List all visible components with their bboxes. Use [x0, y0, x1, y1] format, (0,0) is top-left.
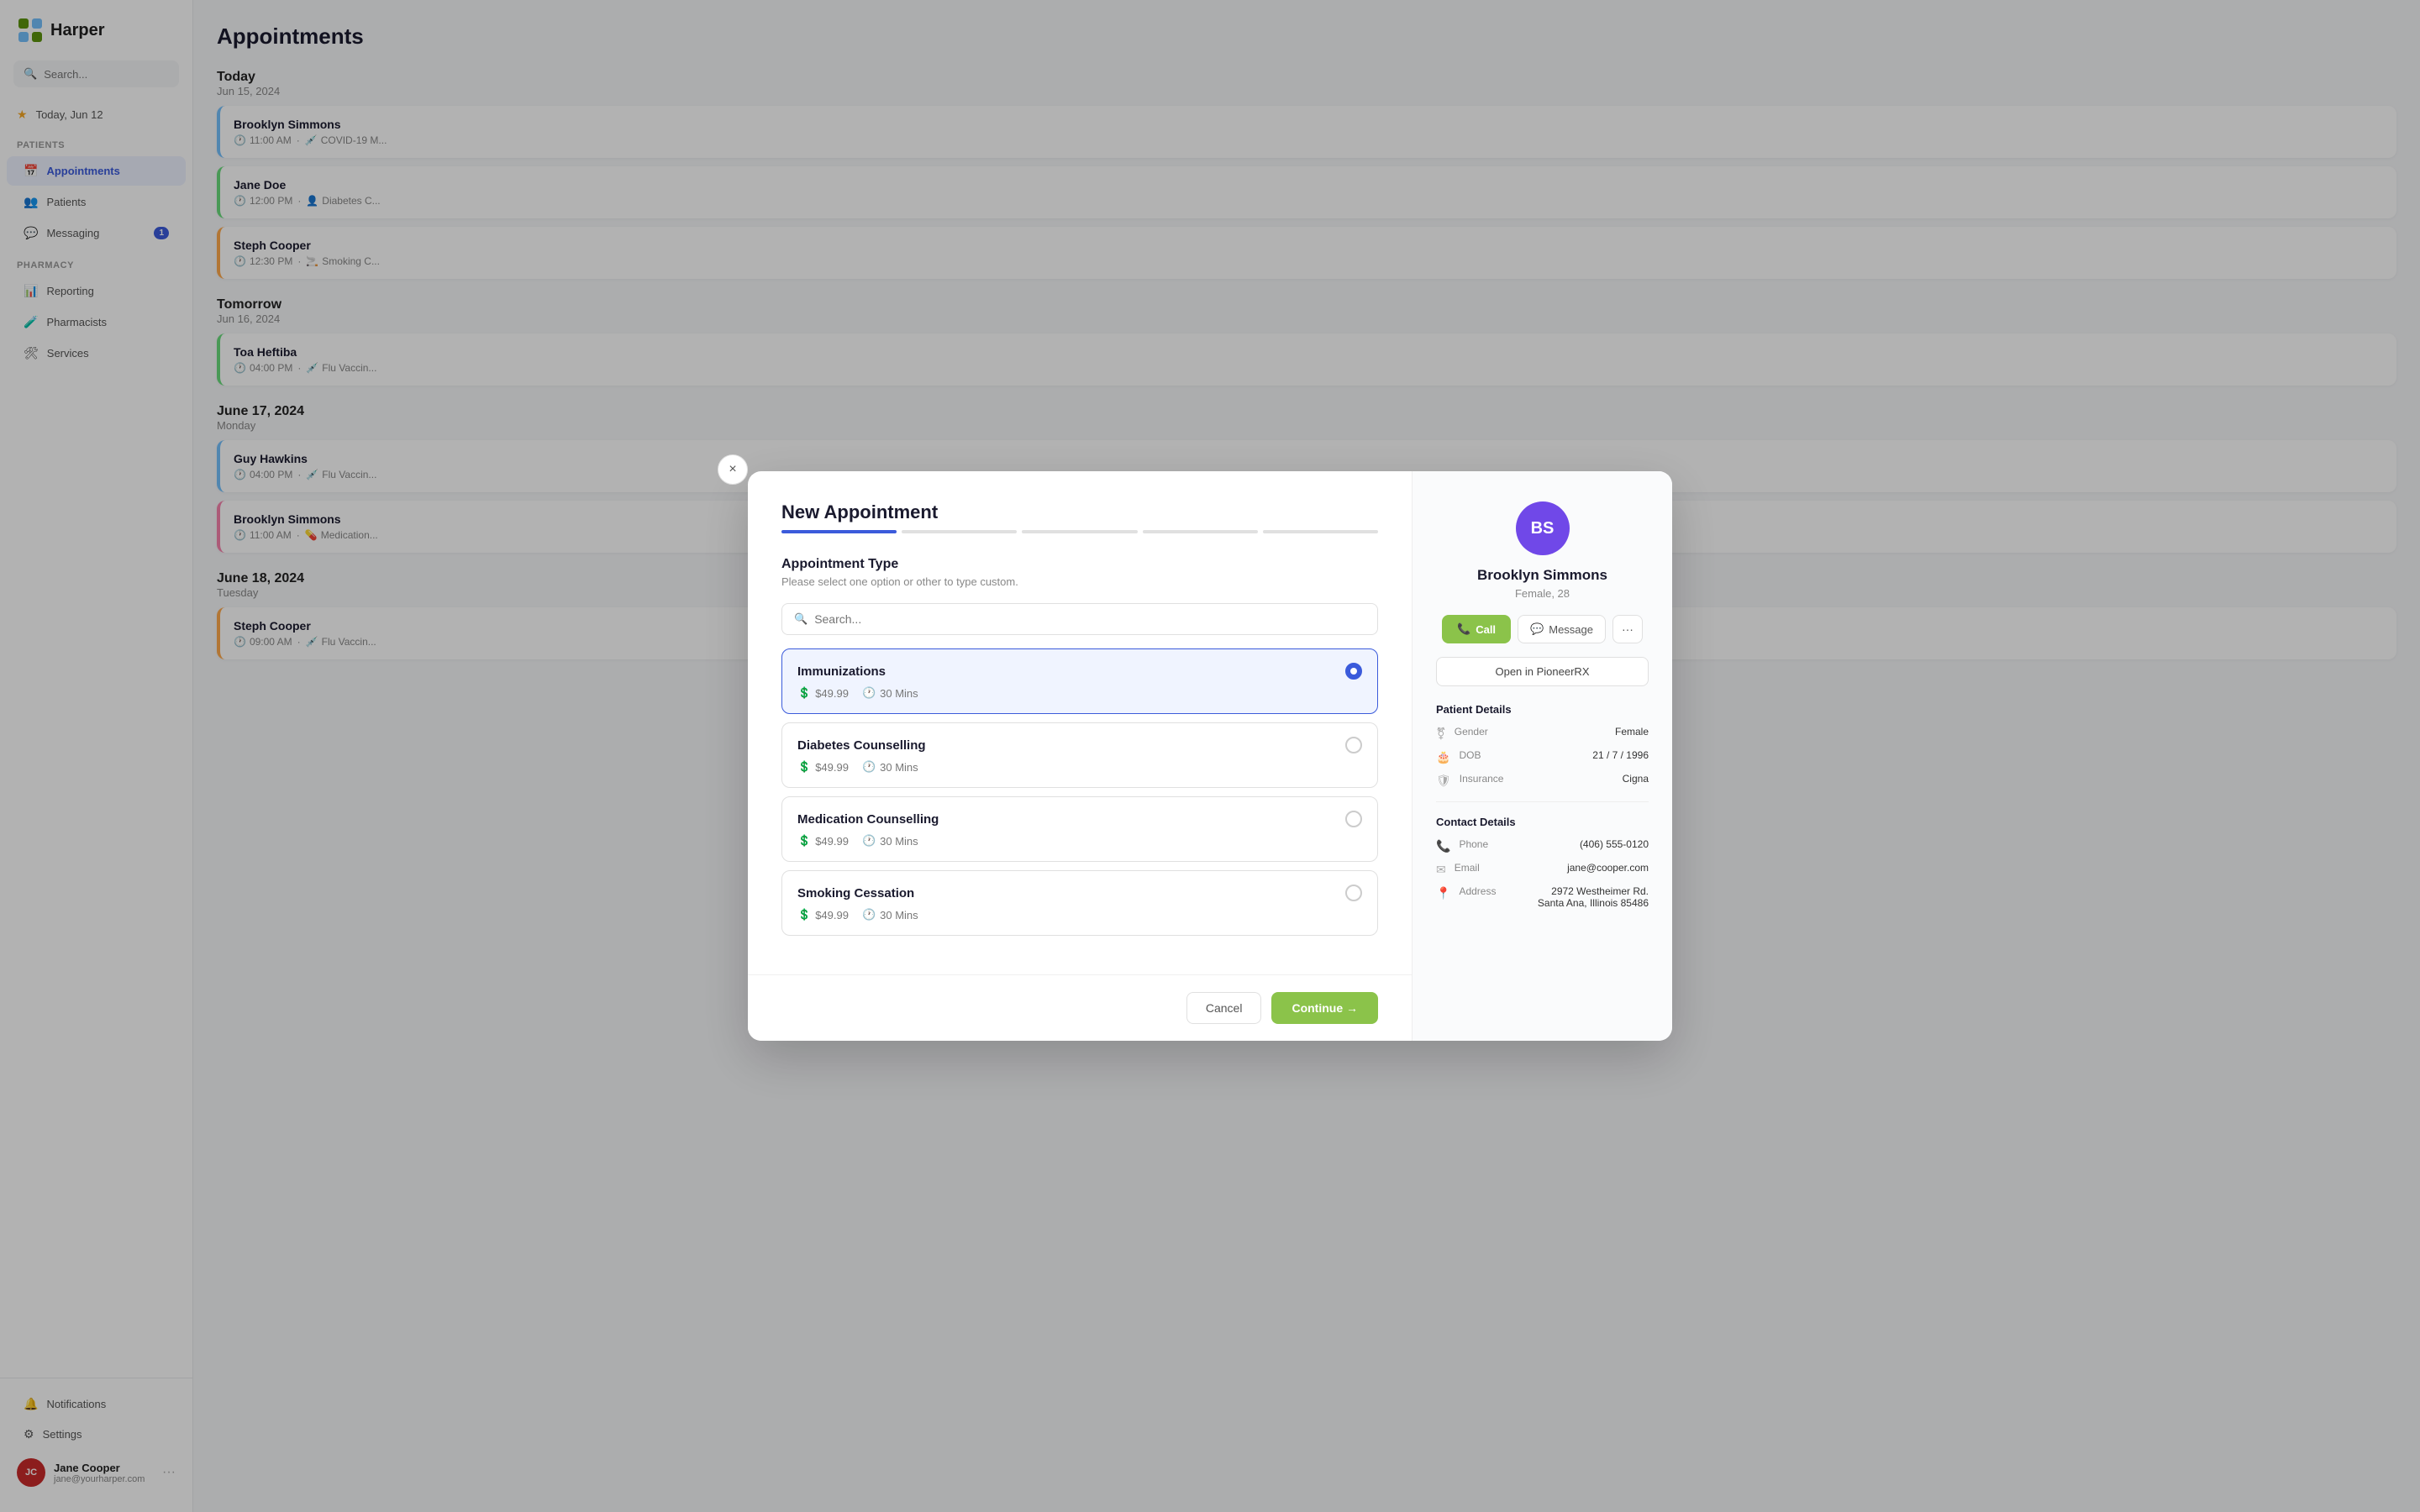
modal-title: New Appointment	[781, 501, 1378, 523]
insurance-icon: 🛡	[1436, 774, 1451, 788]
patient-actions: 📞 Call 💬 Message ···	[1436, 615, 1649, 643]
radio-smoking[interactable]	[1345, 885, 1362, 901]
modal-close-button[interactable]: ×	[718, 454, 748, 485]
address-value: 2972 Westheimer Rd. Santa Ana, Illinois …	[1538, 885, 1649, 909]
message-button[interactable]: 💬 Message	[1518, 615, 1606, 643]
option-medication[interactable]: Medication Counselling 💲 $49.99 🕐 30 Min…	[781, 796, 1378, 862]
phone-value: (406) 555-0120	[1580, 838, 1649, 850]
option-meta: 💲 $49.99 🕐 30 Mins	[797, 908, 1362, 921]
call-button[interactable]: 📞 Call	[1442, 615, 1511, 643]
option-name: Medication Counselling	[797, 812, 939, 827]
phone-label: Phone	[1459, 838, 1571, 850]
duration-icon: 🕐 30 Mins	[862, 686, 918, 700]
modal-patient-panel: BS Brooklyn Simmons Female, 28 📞 Call 💬 …	[1412, 471, 1672, 1041]
dob-label: DOB	[1459, 749, 1584, 761]
cancel-button[interactable]: Cancel	[1186, 992, 1262, 1024]
option-name: Diabetes Counselling	[797, 738, 926, 753]
radio-immunizations[interactable]	[1345, 663, 1362, 680]
email-row: ✉ Email jane@cooper.com	[1436, 862, 1649, 877]
insurance-row: 🛡 Insurance Cigna	[1436, 773, 1649, 788]
option-immunizations[interactable]: Immunizations 💲 $49.99 🕐 30 Mins	[781, 648, 1378, 714]
option-name: Immunizations	[797, 664, 886, 679]
option-name: Smoking Cessation	[797, 886, 914, 900]
gender-label: Gender	[1455, 726, 1607, 738]
insurance-label: Insurance	[1460, 773, 1614, 785]
email-icon: ✉	[1436, 863, 1446, 877]
contact-details-title: Contact Details	[1436, 816, 1649, 828]
modal-form: New Appointment Appointment Type Please …	[748, 471, 1412, 974]
message-bubble-icon: 💬	[1530, 622, 1544, 636]
address-label: Address	[1459, 885, 1528, 897]
progress-step-5	[1263, 530, 1378, 533]
modal-form-wrapper: New Appointment Appointment Type Please …	[748, 471, 1412, 1041]
radio-medication[interactable]	[1345, 811, 1362, 827]
form-section-title: Appointment Type	[781, 557, 1378, 572]
open-in-pionerrx-button[interactable]: Open in PioneerRX	[1436, 657, 1649, 686]
gender-icon: ⚧	[1436, 727, 1446, 741]
patient-details-title: Patient Details	[1436, 703, 1649, 716]
modal-container: New Appointment Appointment Type Please …	[748, 471, 1672, 1041]
option-meta: 💲 $49.99 🕐 30 Mins	[797, 760, 1362, 774]
dob-icon: 🎂	[1436, 750, 1450, 764]
divider	[1436, 801, 1649, 802]
progress-step-1	[781, 530, 897, 533]
more-actions-button[interactable]: ···	[1612, 615, 1643, 643]
progress-step-3	[1022, 530, 1137, 533]
form-section-desc: Please select one option or other to typ…	[781, 575, 1378, 588]
continue-button[interactable]: Continue →	[1271, 992, 1378, 1024]
progress-step-2	[902, 530, 1017, 533]
search-option-icon: 🔍	[794, 612, 808, 626]
progress-bar	[781, 530, 1378, 533]
gender-row: ⚧ Gender Female	[1436, 726, 1649, 741]
address-row: 📍 Address 2972 Westheimer Rd. Santa Ana,…	[1436, 885, 1649, 909]
email-value: jane@cooper.com	[1567, 862, 1649, 874]
option-header: Medication Counselling	[797, 811, 1362, 827]
option-header: Smoking Cessation	[797, 885, 1362, 901]
phone-detail-icon: 📞	[1436, 839, 1450, 853]
option-meta: 💲 $49.99 🕐 30 Mins	[797, 686, 1362, 700]
radio-diabetes[interactable]	[1345, 737, 1362, 753]
insurance-value: Cigna	[1623, 773, 1649, 785]
price-icon: 💲 $49.99	[797, 686, 849, 700]
phone-icon: 📞	[1457, 622, 1470, 636]
option-smoking[interactable]: Smoking Cessation 💲 $49.99 🕐 30 Mins	[781, 870, 1378, 936]
dob-value: 21 / 7 / 1996	[1592, 749, 1649, 761]
option-header: Diabetes Counselling	[797, 737, 1362, 753]
option-search-input[interactable]	[814, 612, 1365, 626]
patient-name: Brooklyn Simmons	[1436, 567, 1649, 584]
modal-footer: Cancel Continue →	[748, 974, 1412, 1041]
progress-step-4	[1143, 530, 1258, 533]
email-label: Email	[1455, 862, 1559, 874]
option-search-field[interactable]: 🔍	[781, 603, 1378, 635]
patient-avatar: BS	[1516, 501, 1570, 555]
dob-row: 🎂 DOB 21 / 7 / 1996	[1436, 749, 1649, 764]
option-header: Immunizations	[797, 663, 1362, 680]
modal-overlay[interactable]: × New Appointment Appointment Type Pleas…	[0, 0, 2420, 1512]
option-meta: 💲 $49.99 🕐 30 Mins	[797, 834, 1362, 848]
patient-gender-age: Female, 28	[1436, 587, 1649, 600]
option-diabetes[interactable]: Diabetes Counselling 💲 $49.99 🕐 30 Mins	[781, 722, 1378, 788]
phone-row: 📞 Phone (406) 555-0120	[1436, 838, 1649, 853]
gender-value: Female	[1615, 726, 1649, 738]
location-icon: 📍	[1436, 886, 1450, 900]
